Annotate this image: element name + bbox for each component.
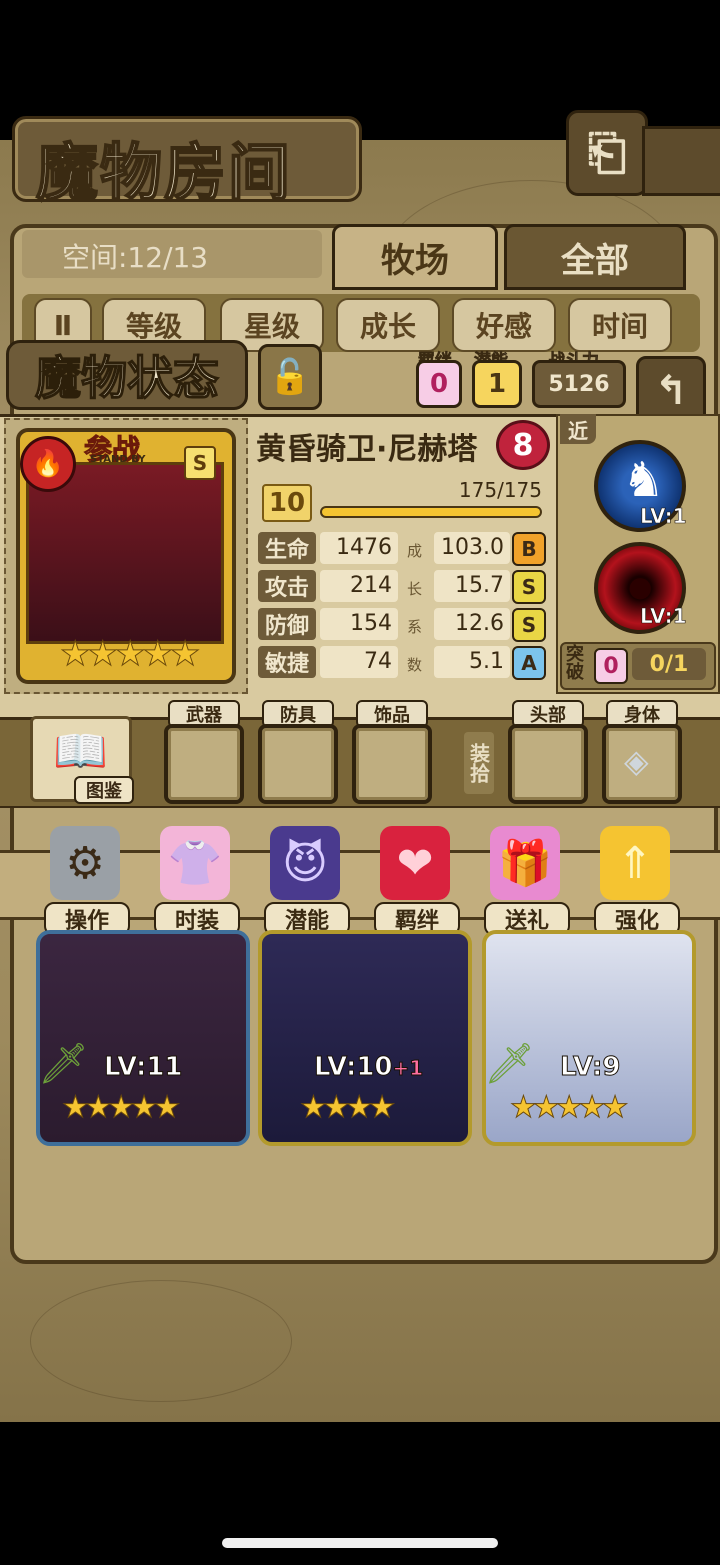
- action-outfit[interactable]: 👚 时装: [154, 826, 240, 936]
- exp-bar-fill: [322, 508, 540, 516]
- weapon-slot[interactable]: [164, 724, 244, 804]
- monster-stars: ★★★★★: [59, 634, 200, 675]
- arrow-up-icon: ⇑: [600, 826, 670, 900]
- body-slot[interactable]: ◈: [602, 724, 682, 804]
- skill-1-level: LV:1: [640, 504, 687, 529]
- stat-label: 防御: [258, 608, 316, 640]
- filter-affection[interactable]: 好感: [452, 298, 556, 352]
- growth-grade: B: [512, 532, 546, 566]
- sword-icon: 🗡: [38, 1041, 89, 1087]
- breakthrough-progress: 0/1: [632, 648, 706, 680]
- accessory-slot[interactable]: [352, 724, 432, 804]
- pause-icon: Ⅱ: [53, 308, 73, 342]
- filter-growth[interactable]: 成长: [336, 298, 440, 352]
- gift-icon: 🎁: [490, 826, 560, 900]
- rank-badge: S: [184, 446, 216, 480]
- pickup-button[interactable]: 装拾: [464, 732, 494, 794]
- growth-caption: 数: [407, 656, 423, 674]
- monster-name: 黄昏骑卫·尼赫塔: [256, 432, 478, 467]
- hearts-icon: ❤: [380, 826, 450, 900]
- monster-level: 10: [262, 484, 312, 522]
- tab-all[interactable]: 全部: [504, 224, 686, 290]
- back-button-tail: [642, 126, 720, 196]
- back-button[interactable]: ⎗: [566, 110, 648, 196]
- knight-chess-icon: ♞: [622, 452, 666, 508]
- gear-icon: ⚙: [50, 826, 120, 900]
- growth-caption: 系: [407, 618, 423, 636]
- armor-piece-icon: ◈: [624, 742, 649, 780]
- status-title: 魔物状态: [6, 340, 248, 410]
- return-arrow-icon: ↰: [654, 368, 688, 414]
- home-indicator[interactable]: [222, 1538, 498, 1548]
- stat-label: 攻击: [258, 570, 316, 602]
- power-value: 5126: [532, 360, 626, 408]
- breakthrough-count: 0: [594, 648, 628, 684]
- stat-value: 1476: [320, 532, 398, 564]
- monster-card-level: LV:11: [104, 1052, 184, 1083]
- action-upgrade[interactable]: ⇑ 强化: [594, 826, 680, 936]
- growth-caption: 长: [407, 580, 423, 598]
- range-badge: 近: [560, 414, 596, 444]
- sword-icon: 🗡: [484, 1041, 535, 1087]
- armor-slot[interactable]: [258, 724, 338, 804]
- space-count: 空间:12/13: [62, 241, 209, 274]
- monster-card-level: LV:9: [559, 1052, 621, 1083]
- growth-value: 103.0: [434, 532, 510, 564]
- skill-2-level: LV:1: [640, 604, 687, 629]
- outfit-icon: 👚: [160, 826, 230, 900]
- monster-card-stars: ★★★★★: [509, 1090, 629, 1126]
- bond-value: 0: [416, 360, 462, 408]
- monster-card-stars: ★★★★★: [61, 1090, 181, 1126]
- tab-ranch[interactable]: 牧场: [332, 224, 498, 290]
- page-title: 魔物房间: [35, 135, 293, 210]
- potential-value: 1: [472, 360, 522, 408]
- stat-value: 74: [320, 646, 398, 678]
- return-arrow-icon: ⎗: [587, 124, 627, 181]
- head-slot[interactable]: [508, 724, 588, 804]
- monster-card-level: LV:10+1: [314, 1052, 424, 1083]
- monster-card-stars: ★★★★: [300, 1090, 397, 1126]
- stat-value: 214: [320, 570, 398, 602]
- stat-value: 154: [320, 608, 398, 640]
- stat-label: 敏捷: [258, 646, 316, 678]
- breakthrough-label: 突破: [566, 644, 584, 683]
- action-operate[interactable]: ⚙ 操作: [44, 826, 130, 936]
- lock-button[interactable]: 🔓: [258, 344, 322, 410]
- growth-grade: A: [512, 646, 546, 680]
- growth-grade: S: [512, 570, 546, 604]
- standby-sub: STAND BY: [90, 454, 146, 465]
- dark-orb-icon: ●: [628, 570, 653, 603]
- exp-text: 175/175: [458, 478, 542, 502]
- action-bond[interactable]: ❤ 羁绊: [374, 826, 460, 936]
- fire-icon: 🔥: [20, 436, 76, 492]
- lock-icon: 🔓: [268, 357, 312, 397]
- action-gift[interactable]: 🎁 送礼: [484, 826, 570, 936]
- growth-value: 12.6: [434, 608, 510, 640]
- action-potential[interactable]: 😈 潜能: [264, 826, 350, 936]
- heart-level-badge: 8: [496, 420, 550, 470]
- map-decoration: [30, 1280, 292, 1402]
- growth-caption: 成: [407, 542, 423, 560]
- book-icon: 📖: [53, 726, 108, 777]
- stat-label: 生命: [258, 532, 316, 564]
- filter-time[interactable]: 时间: [568, 298, 672, 352]
- codex-label: 图鉴: [74, 776, 134, 804]
- growth-grade: S: [512, 608, 546, 642]
- growth-value: 5.1: [434, 646, 510, 678]
- level-bonus: +1: [392, 1056, 424, 1081]
- growth-value: 15.7: [434, 570, 510, 602]
- demon-icon: 😈: [270, 826, 340, 900]
